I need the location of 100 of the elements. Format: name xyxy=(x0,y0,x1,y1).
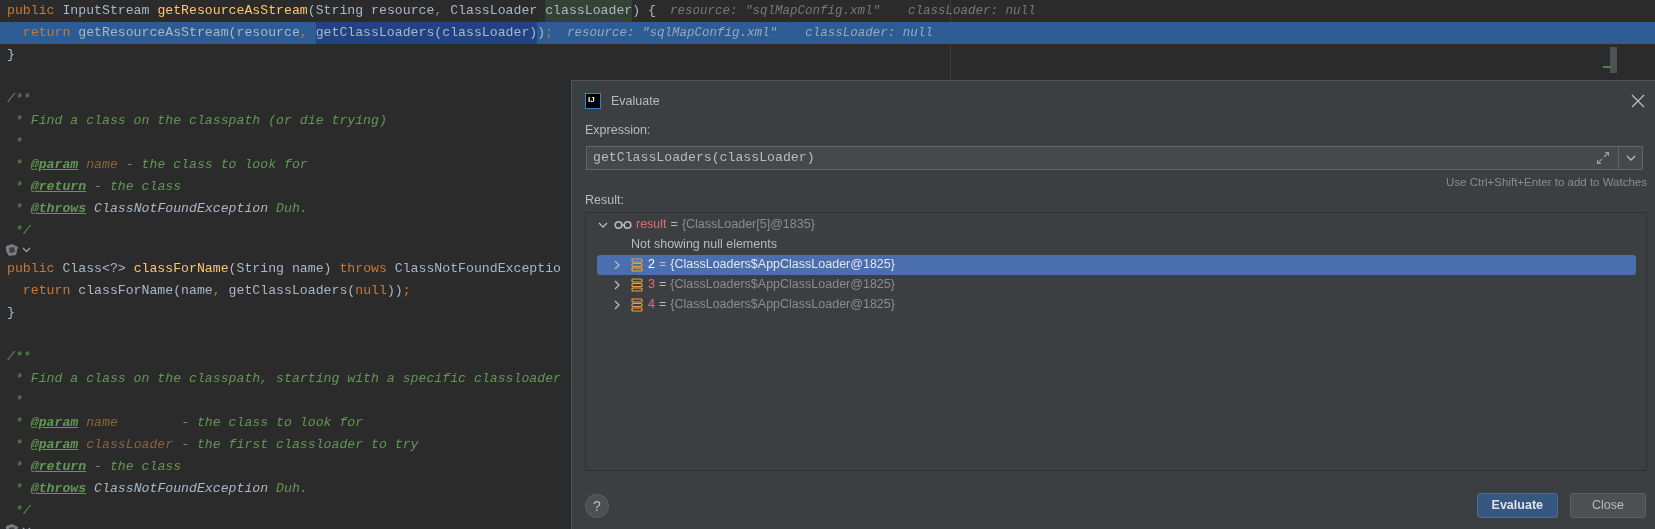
doc-tag: @return xyxy=(30,176,87,198)
code-text: Class<?> xyxy=(61,260,127,278)
variable-name: result xyxy=(636,216,667,234)
doc-comment: /** xyxy=(7,90,31,108)
tree-row[interactable]: 4 = {ClassLoaders$AppClassLoader@1825} xyxy=(597,294,1636,315)
code-text: ClassNotFoundExceptio xyxy=(393,260,561,278)
dialog-title: Evaluate xyxy=(611,92,660,110)
keyword: public xyxy=(7,260,55,278)
doc-comment: * xyxy=(13,436,24,454)
code-text: ) { xyxy=(632,2,656,20)
code-text: (String resource xyxy=(307,2,435,20)
doc-comment: * xyxy=(13,200,24,218)
identifier: classLoader xyxy=(545,0,633,22)
tree-row[interactable]: 2 = {ClassLoaders$AppClassLoader@1825} xyxy=(597,254,1636,275)
doc-comment: - the class to look for xyxy=(181,414,364,432)
close-icon[interactable] xyxy=(1631,94,1645,108)
doc-comment: * xyxy=(13,414,24,432)
param-name: name xyxy=(85,156,118,174)
tree-row[interactable]: result = {ClassLoader[5]@1835} xyxy=(597,214,1636,235)
stack-icon xyxy=(631,257,643,272)
variable-value: {ClassLoaders$AppClassLoader@1825} xyxy=(670,276,895,294)
doc-comment: Duh. xyxy=(275,480,308,498)
help-button[interactable]: ? xyxy=(585,493,609,518)
keyword: ; xyxy=(545,24,554,42)
index-label: 3 xyxy=(648,276,655,294)
param-name: classLoader xyxy=(85,436,175,454)
code-text: ) xyxy=(537,24,546,42)
glasses-icon xyxy=(614,219,632,230)
doc-comment: - the class xyxy=(93,458,182,476)
doc-comment: * xyxy=(13,178,24,196)
code-text: } xyxy=(7,304,15,322)
code-text: (String name) xyxy=(228,260,333,278)
app-logo: IJ xyxy=(585,93,601,109)
code-text: )) xyxy=(386,282,403,300)
equals-sign: = xyxy=(658,276,667,294)
override-icon[interactable] xyxy=(4,243,20,257)
index-label: 4 xyxy=(648,296,655,314)
variable-value: {ClassLoaders$AppClassLoader@1825} xyxy=(670,256,895,274)
equals-sign: = xyxy=(658,256,667,274)
chevron-icon[interactable] xyxy=(22,247,31,253)
code-text: classForName(name xyxy=(77,282,213,300)
chevron-down-icon xyxy=(1625,154,1636,161)
doc-comment: Duh. xyxy=(275,200,308,218)
result-label: Result: xyxy=(585,192,625,209)
param-name: name xyxy=(85,414,119,432)
doc-comment: */ xyxy=(13,502,31,520)
doc-tag: @throws xyxy=(30,478,87,500)
doc-comment: */ xyxy=(13,222,31,240)
variable-value: {ClassLoaders$AppClassLoader@1825} xyxy=(670,296,895,314)
chevron-right-icon[interactable] xyxy=(613,259,621,270)
scrollbar-thumb[interactable] xyxy=(1610,47,1617,73)
code-text: InputStream xyxy=(61,2,151,20)
stack-icon xyxy=(631,297,643,312)
code-text: getResourceAsStream(resource xyxy=(77,24,300,42)
doc-comment: /** xyxy=(7,348,31,366)
tree-row[interactable]: 3 = {ClassLoaders$AppClassLoader@1825} xyxy=(597,274,1636,295)
class-reference: ClassNotFoundException xyxy=(93,480,269,498)
doc-comment: * Find a class on the classpath, starting with a specific classloader xyxy=(13,370,561,388)
inlay-hint: classLoader: null xyxy=(805,25,933,42)
doc-tag: @param xyxy=(30,412,79,434)
expression-combo-box[interactable]: getClassLoaders(classLoader) xyxy=(586,145,1643,170)
inlay-hint: resource: "sqlMapConfig.xml" xyxy=(567,25,778,42)
keyword: return xyxy=(21,282,71,300)
evaluate-button[interactable]: Evaluate xyxy=(1476,493,1558,518)
doc-comment: - the class xyxy=(93,178,182,196)
keyword: ; xyxy=(402,282,411,300)
code-text: getClassLoaders( xyxy=(227,282,356,300)
index-label: 2 xyxy=(648,256,655,274)
method-name: getResourceAsStream xyxy=(157,2,308,20)
keyword: public xyxy=(7,2,55,20)
method-name: classForName xyxy=(133,260,229,278)
doc-comment: - the class to look for xyxy=(124,156,308,174)
doc-tag: @return xyxy=(30,456,87,478)
equals-sign: = xyxy=(658,296,667,314)
expand-icon[interactable] xyxy=(1596,150,1610,165)
code-text: } xyxy=(7,46,15,64)
doc-comment: * xyxy=(13,480,24,498)
doc-comment: - the first classloader to try xyxy=(181,436,419,454)
keyword: return xyxy=(21,24,71,42)
chevron-right-icon[interactable] xyxy=(613,279,621,290)
doc-tag: @throws xyxy=(30,198,87,220)
doc-comment: * xyxy=(13,156,24,174)
tree-note: Not showing null elements xyxy=(631,236,777,254)
expression-label: Expression: xyxy=(585,122,652,139)
code-text: ClassLoader xyxy=(449,2,539,20)
doc-tag: @param xyxy=(30,154,79,176)
stack-icon xyxy=(631,277,643,292)
close-button[interactable]: Close xyxy=(1570,493,1646,518)
keyword: throws xyxy=(339,260,387,278)
equals-sign: = xyxy=(670,216,678,234)
chevron-down-icon[interactable] xyxy=(598,220,608,229)
doc-comment: * xyxy=(13,392,23,410)
doc-comment: * xyxy=(13,134,23,152)
inlay-hint: resource: "sqlMapConfig.xml" xyxy=(670,3,881,20)
doc-tag: @param xyxy=(30,434,79,456)
chevron-right-icon[interactable] xyxy=(613,299,621,310)
change-marker xyxy=(1603,66,1611,68)
expression-input[interactable]: getClassLoaders(classLoader) xyxy=(587,147,1596,168)
shortcut-hint: Use Ctrl+Shift+Enter to add to Watches xyxy=(1445,174,1647,190)
keyword: null xyxy=(355,282,387,300)
